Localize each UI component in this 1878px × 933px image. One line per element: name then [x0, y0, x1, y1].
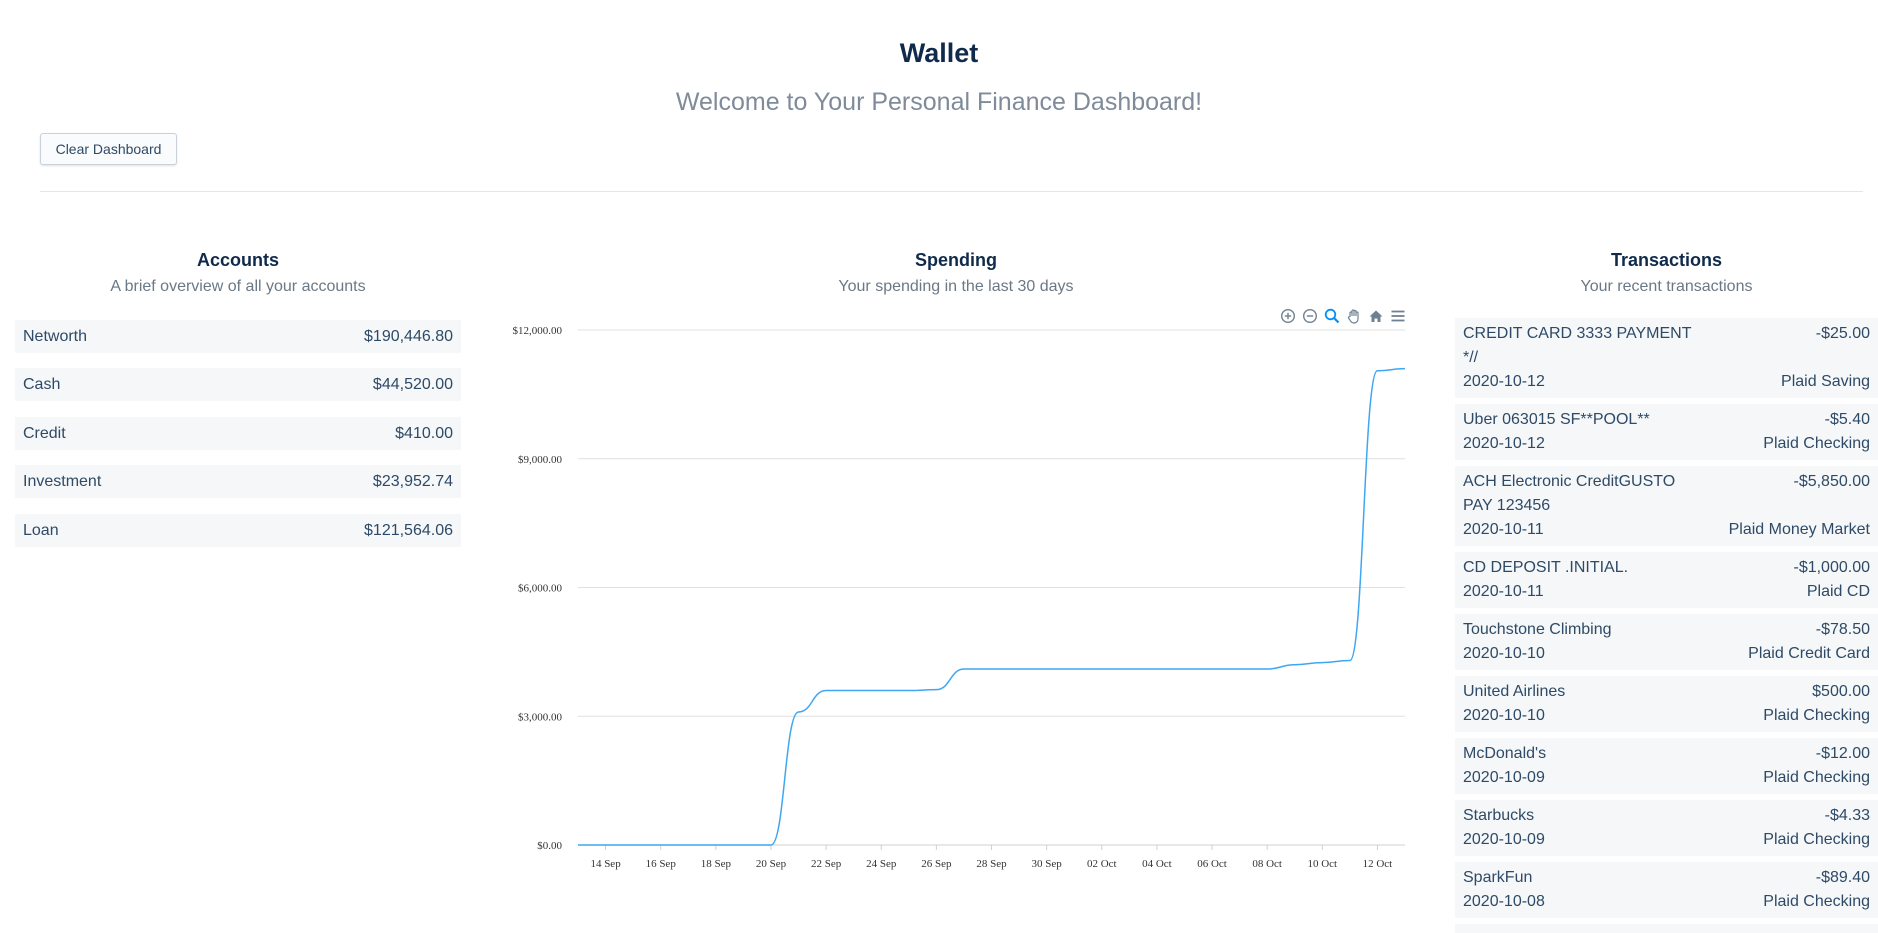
transaction-date: 2020-10-08	[1463, 893, 1545, 910]
transaction-amount: -$1,000.00	[1793, 559, 1870, 576]
accounts-title: Accounts	[196, 250, 279, 270]
account-value: $44,520.00	[372, 375, 453, 393]
x-tick-label: 10 Oct	[1307, 858, 1337, 870]
transaction-date: 2020-10-12	[1463, 373, 1545, 390]
clear-dashboard-button[interactable]: Clear Dashboard	[40, 133, 177, 165]
transaction-date: 2020-10-09	[1463, 769, 1545, 786]
app-subtitle: Welcome to Your Personal Finance Dashboa…	[675, 88, 1203, 116]
transaction-item: SparkFun -$89.40 2020-10-08 Plaid Checking	[1455, 862, 1878, 918]
account-name: Cash	[23, 375, 61, 393]
transaction-amount: -$4.33	[1824, 807, 1870, 824]
transaction-item: United Airlines $500.00 2020-10-10 Plaid C…	[1455, 676, 1878, 732]
x-tick-label: 30 Sep	[1032, 858, 1063, 870]
transaction-account: Plaid Checking	[1763, 435, 1870, 452]
account-name: Networth	[23, 327, 88, 345]
transaction-item: CREDIT CARD 3333 PAYMENT *// -$25.00 2020…	[1455, 318, 1878, 398]
account-name: Loan	[23, 521, 59, 539]
account-name: Credit	[23, 424, 66, 442]
transaction-account: Plaid Checking	[1763, 893, 1870, 910]
transactions-list: CREDIT CARD 3333 PAYMENT *// -$25.00 2020…	[1455, 318, 1878, 933]
transactions-subtitle: Your recent transactions	[1580, 278, 1753, 295]
transaction-name: CREDIT CARD 3333 PAYMENT *//	[1463, 325, 1692, 366]
transaction-item-partial	[1455, 924, 1878, 933]
transaction-name: CD DEPOSIT .INITIAL.	[1463, 559, 1629, 576]
transaction-account: Plaid Checking	[1763, 769, 1870, 786]
transaction-account: Plaid Credit Card	[1748, 645, 1870, 662]
transaction-date: 2020-10-10	[1463, 707, 1545, 724]
transaction-amount: -$5.40	[1824, 411, 1870, 428]
transaction-item: McDonald's -$12.00 2020-10-09 Plaid Checki…	[1455, 738, 1878, 794]
y-tick-label: $12,000.00	[513, 325, 563, 337]
x-tick-label: 08 Oct	[1252, 858, 1282, 870]
x-tick-label: 20 Sep	[756, 858, 787, 870]
account-row-investment: Investment $23,952.74	[15, 465, 461, 498]
transaction-name: Touchstone Climbing	[1463, 621, 1612, 638]
transaction-date: 2020-10-11	[1463, 521, 1544, 538]
x-tick-label: 18 Sep	[701, 858, 732, 870]
transaction-item: CD DEPOSIT .INITIAL. -$1,000.00 2020-10-1…	[1455, 552, 1878, 608]
transaction-date: 2020-10-12	[1463, 435, 1545, 452]
spending-title: Spending	[915, 250, 997, 270]
x-tick-label: 12 Oct	[1363, 858, 1393, 870]
transaction-name: United Airlines	[1463, 683, 1566, 700]
transaction-name: ACH Electronic CreditGUSTO PAY 123456	[1463, 473, 1676, 514]
y-tick-label: $6,000.00	[518, 583, 563, 595]
app-title: Wallet	[899, 38, 979, 68]
x-tick-label: 16 Sep	[646, 858, 677, 870]
x-tick-label: 06 Oct	[1197, 858, 1227, 870]
account-value: $410.00	[395, 424, 453, 442]
transaction-amount: $500.00	[1812, 683, 1870, 700]
account-name: Investment	[23, 472, 102, 490]
transaction-account: Plaid Checking	[1763, 707, 1870, 724]
y-tick-label: $0.00	[537, 840, 562, 852]
transaction-account: Plaid CD	[1806, 583, 1870, 600]
transaction-date: 2020-10-11	[1463, 583, 1544, 600]
transaction-name: Starbucks	[1463, 807, 1535, 824]
account-row-loan: Loan $121,564.06	[15, 514, 461, 547]
x-tick-label: 26 Sep	[921, 858, 952, 870]
transaction-account: Plaid Checking	[1763, 831, 1870, 848]
transaction-item: Uber 063015 SF**POOL** -$5.40 2020-10-12 P…	[1455, 404, 1878, 460]
account-value: $190,446.80	[364, 327, 453, 345]
transaction-name: McDonald's	[1463, 745, 1547, 762]
account-value: $121,564.06	[364, 521, 453, 539]
transaction-name: Uber 063015 SF**POOL**	[1463, 411, 1650, 428]
account-value: $23,952.74	[372, 472, 453, 490]
x-tick-label: 24 Sep	[866, 858, 897, 870]
header-divider	[40, 191, 1863, 192]
transaction-item: ACH Electronic CreditGUSTO PAY 123456 -$5…	[1455, 466, 1878, 546]
transaction-date: 2020-10-10	[1463, 645, 1545, 662]
transaction-amount: -$12.00	[1815, 745, 1870, 762]
transaction-amount: -$89.40	[1815, 869, 1870, 886]
spending-chart[interactable]: $0.00 $3,000.00 $6,000.00 $9,000.00 $12,000.…	[500, 318, 1412, 898]
transaction-account: Plaid Saving	[1781, 373, 1870, 390]
account-row-networth: Networth $190,446.80	[15, 320, 461, 353]
accounts-subtitle: A brief overview of all your accounts	[110, 278, 366, 295]
transaction-name: SparkFun	[1463, 869, 1533, 886]
transaction-item: Starbucks -$4.33 2020-10-09 Plaid Checking	[1455, 800, 1878, 856]
x-tick-label: 04 Oct	[1142, 858, 1172, 870]
account-row-cash: Cash $44,520.00	[15, 368, 461, 401]
transaction-account: Plaid Money Market	[1728, 521, 1870, 538]
spending-line	[578, 367, 1406, 846]
x-tick-label: 22 Sep	[811, 858, 842, 870]
transaction-date: 2020-10-09	[1463, 831, 1545, 848]
x-tick-label: 28 Sep	[976, 858, 1007, 870]
transaction-amount: -$78.50	[1815, 621, 1870, 638]
y-tick-label: $3,000.00	[518, 711, 563, 723]
x-tick-label: 14 Sep	[590, 858, 621, 870]
y-tick-label: $9,000.00	[518, 454, 563, 466]
transaction-amount: -$25.00	[1815, 325, 1870, 342]
transaction-item: Touchstone Climbing -$78.50 2020-10-10 Pla…	[1455, 614, 1878, 670]
x-tick-label: 02 Oct	[1087, 858, 1117, 870]
account-row-credit: Credit $410.00	[15, 417, 461, 450]
spending-subtitle: Your spending in the last 30 days	[838, 278, 1074, 295]
transactions-title: Transactions	[1610, 250, 1723, 270]
transaction-amount: -$5,850.00	[1793, 473, 1870, 490]
